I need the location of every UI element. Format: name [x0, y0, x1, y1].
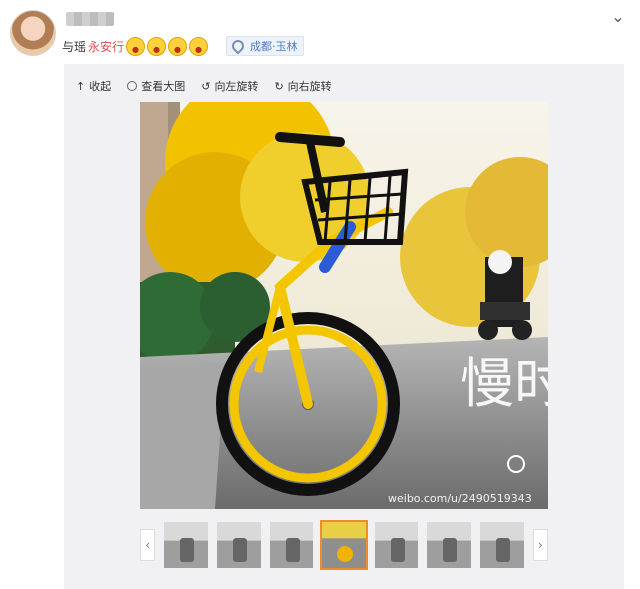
thumbnail-7[interactable]	[480, 522, 524, 568]
thumbnail-6[interactable]	[427, 522, 472, 568]
rotate-right-button[interactable]: ↻ 向右旋转	[274, 78, 331, 94]
grin-emoji-icon	[126, 36, 146, 56]
thumbnail-2[interactable]	[216, 522, 261, 568]
collapse-label: 收起	[89, 80, 112, 93]
magnifier-icon	[127, 81, 138, 91]
post-text-prefix: 与瑶	[62, 39, 87, 54]
thumbnail-selected[interactable]	[320, 520, 368, 570]
mention-link[interactable]: 永安行	[88, 38, 124, 55]
collapse-icon: ↑	[76, 79, 86, 93]
grin-emoji-icon	[147, 36, 167, 56]
rotate-left-label: 向左旋转	[214, 80, 259, 93]
grin-emoji-icon	[168, 36, 188, 56]
rotate-right-icon: ↻	[274, 79, 284, 93]
username-blurred[interactable]	[66, 12, 114, 26]
post-text: 与瑶 永安行 成都·玉林	[62, 36, 304, 56]
thumbnail-3[interactable]	[269, 522, 314, 568]
grin-emoji-icon	[189, 36, 209, 56]
rotate-right-label: 向右旋转	[287, 80, 332, 93]
overlay-text: 慢时光	[460, 352, 548, 415]
thumbnail-strip: ‹ ›	[140, 518, 549, 572]
chevron-right-icon[interactable]: ›	[532, 529, 549, 561]
rotate-left-icon: ↺	[201, 79, 211, 93]
bike-photo-illustration: 慢时光 weibo.com/u/2490519343	[140, 102, 548, 509]
avatar[interactable]	[10, 10, 56, 56]
location-text: 成都·玉林	[250, 40, 298, 53]
thumbnail-5[interactable]	[374, 522, 419, 568]
view-large-label: 查看大图	[141, 80, 186, 93]
location-pin-icon	[229, 37, 247, 55]
chevron-left-icon[interactable]: ‹	[140, 529, 156, 561]
main-photo[interactable]: 慢时光 weibo.com/u/2490519343	[140, 102, 548, 509]
chevron-down-icon[interactable]: ⌄	[608, 8, 628, 26]
watermark: weibo.com/u/2490519343	[388, 492, 532, 505]
thumbnail-1[interactable]	[164, 522, 208, 568]
location-tag[interactable]: 成都·玉林	[226, 36, 304, 56]
collapse-button[interactable]: ↑ 收起	[76, 78, 111, 94]
view-large-button[interactable]: 查看大图	[127, 78, 185, 94]
image-toolbar: ↑ 收起 查看大图 ↺ 向左旋转 ↻ 向右旋转	[76, 78, 332, 94]
rotate-left-button[interactable]: ↺ 向左旋转	[201, 78, 258, 94]
